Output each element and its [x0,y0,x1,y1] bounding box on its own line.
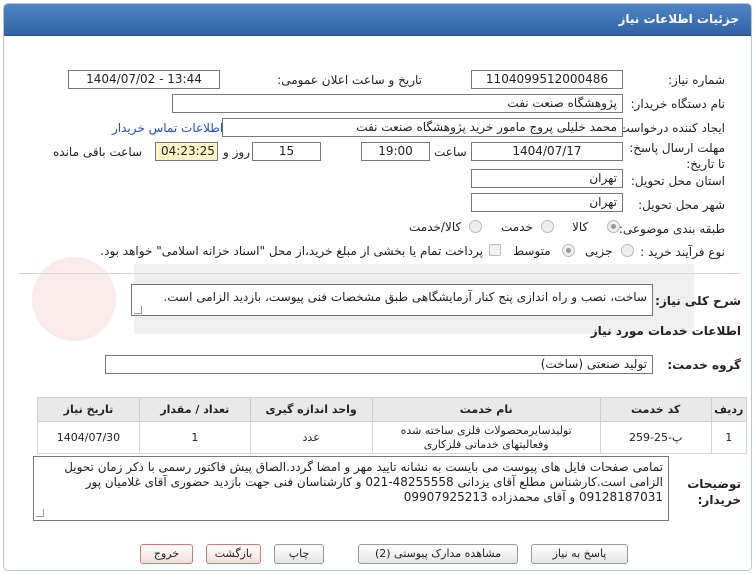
col-code: کد خدمت [599,397,712,422]
process-label: نوع فرآیند خرید : [640,245,725,259]
need-number-field: 1104099512000486 [471,70,623,89]
panel-header: جزئیات اطلاعات نیاز [4,4,751,36]
attachments-button[interactable]: مشاهده مدارک پیوستی (2) [358,544,518,564]
requester-field: محمد خلیلی پروج مامور خرید پژوهشگاه صنعت… [222,118,623,137]
buyer-notes-line: تمامی صفحات فایل های پیوست می بایست به ن… [64,460,663,474]
province-field: تهران [471,169,623,188]
buyer-notes-field[interactable]: تمامی صفحات فایل های پیوست می بایست به ن… [33,456,669,521]
deadline-label: مهلت ارسال پاسخ: تا تاریخ: [629,141,725,171]
reply-button[interactable]: پاسخ به نیاز [531,544,628,564]
col-row: ردیف [710,397,748,422]
exit-button[interactable]: خروج [140,544,193,564]
category-option-both: کالا/خدمت [409,220,462,234]
days-field: 15 [252,142,321,161]
cell-row: 1 [710,421,748,454]
cell-qty: 1 [138,421,251,454]
process-option-minor: جزیی [585,244,613,258]
announce-datetime-field: 1404/07/02 - 13:44 [68,70,220,89]
requester-label: ایجاد کننده درخواست: [614,121,725,135]
table-header-row: ردیف کد خدمت نام خدمت واحد اندازه گیری ت… [37,397,748,422]
announce-datetime-label: تاریخ و ساعت اعلان عمومی: [277,73,422,87]
deadline-time-field: 19:00 [361,142,430,161]
need-number-label: شماره نیاز: [668,73,725,87]
back-button[interactable]: بازگشت [206,544,261,564]
category-radio-both[interactable] [469,220,482,233]
resize-handle[interactable] [134,306,142,314]
buyer-notes-line: الزامی است.کارشناس مطلع آقای یزدانی 4825… [85,475,663,489]
days-label: روز و [223,145,250,159]
process-option-medium: متوسط [513,244,551,258]
panel-title: جزئیات اطلاعات نیاز [618,12,739,26]
table-row: 1 پ-25-259 تولیدسایرمحصولات فلزی ساخته ش… [37,421,748,454]
province-label: استان محل تحویل: [630,174,725,188]
service-group-label: گروه خدمت: [667,358,741,372]
services-table: ردیف کد خدمت نام خدمت واحد اندازه گیری ت… [37,397,748,454]
deadline-date-field: 1404/07/17 [471,142,623,161]
remaining-time-field: 04:23:25 [155,142,218,161]
buyer-org-label: نام دستگاه خریدار: [630,97,726,111]
print-button[interactable]: چاپ [274,544,324,564]
category-option-goods: کالا [572,220,589,234]
city-label: شهر محل تحویل: [638,198,725,212]
hour-label: ساعت [434,145,467,159]
cell-unit: عدد [249,421,373,454]
buyer-org-field: پژوهشگاه صنعت نفت [172,94,623,113]
cell-code: پ-25-259 [599,421,712,454]
cell-name: تولیدسایرمحصولات فلزی ساخته شده وفعالیته… [371,421,601,454]
category-radio-service[interactable] [541,220,554,233]
process-radio-minor[interactable] [621,244,634,257]
category-label: طبقه بندی موضوعی: [618,222,725,236]
resize-handle[interactable] [36,509,44,517]
col-unit: واحد اندازه گیری [249,397,373,422]
col-name: نام خدمت [371,397,601,422]
buyer-contact-link[interactable]: اطلاعات تماس خریدار [112,121,223,135]
buyer-notes-label: توضیحات خریدار: [687,477,741,507]
process-radio-medium[interactable] [562,244,575,257]
description-label: شرح کلی نیاز: [655,294,741,308]
cell-date: 1404/07/30 [37,421,140,454]
description-field[interactable]: ساخت، نصب و راه اندازی پنج کنار آزمایشگا… [131,284,653,316]
service-group-field: تولید صنعتی (ساخت) [105,355,653,374]
city-field: تهران [471,193,623,212]
payment-note: پرداخت تمام یا بخشی از مبلغ خرید،از محل … [100,244,483,258]
col-qty: تعداد / مقدار [138,397,251,422]
divider [18,273,740,274]
treasury-checkbox[interactable] [489,244,501,256]
remaining-label: ساعت باقی مانده [53,145,143,159]
need-details-panel: جزئیات اطلاعات نیاز شماره نیاز: 11040995… [3,3,752,571]
buyer-notes-line: 09128187031 و آقای محمدزاده 09907925213 [403,490,663,504]
col-date: تاریخ نیاز [37,397,140,422]
category-option-service: خدمت [501,220,533,234]
services-section-title: اطلاعات خدمات مورد نیاز [590,324,741,338]
category-radio-goods[interactable] [607,220,620,233]
